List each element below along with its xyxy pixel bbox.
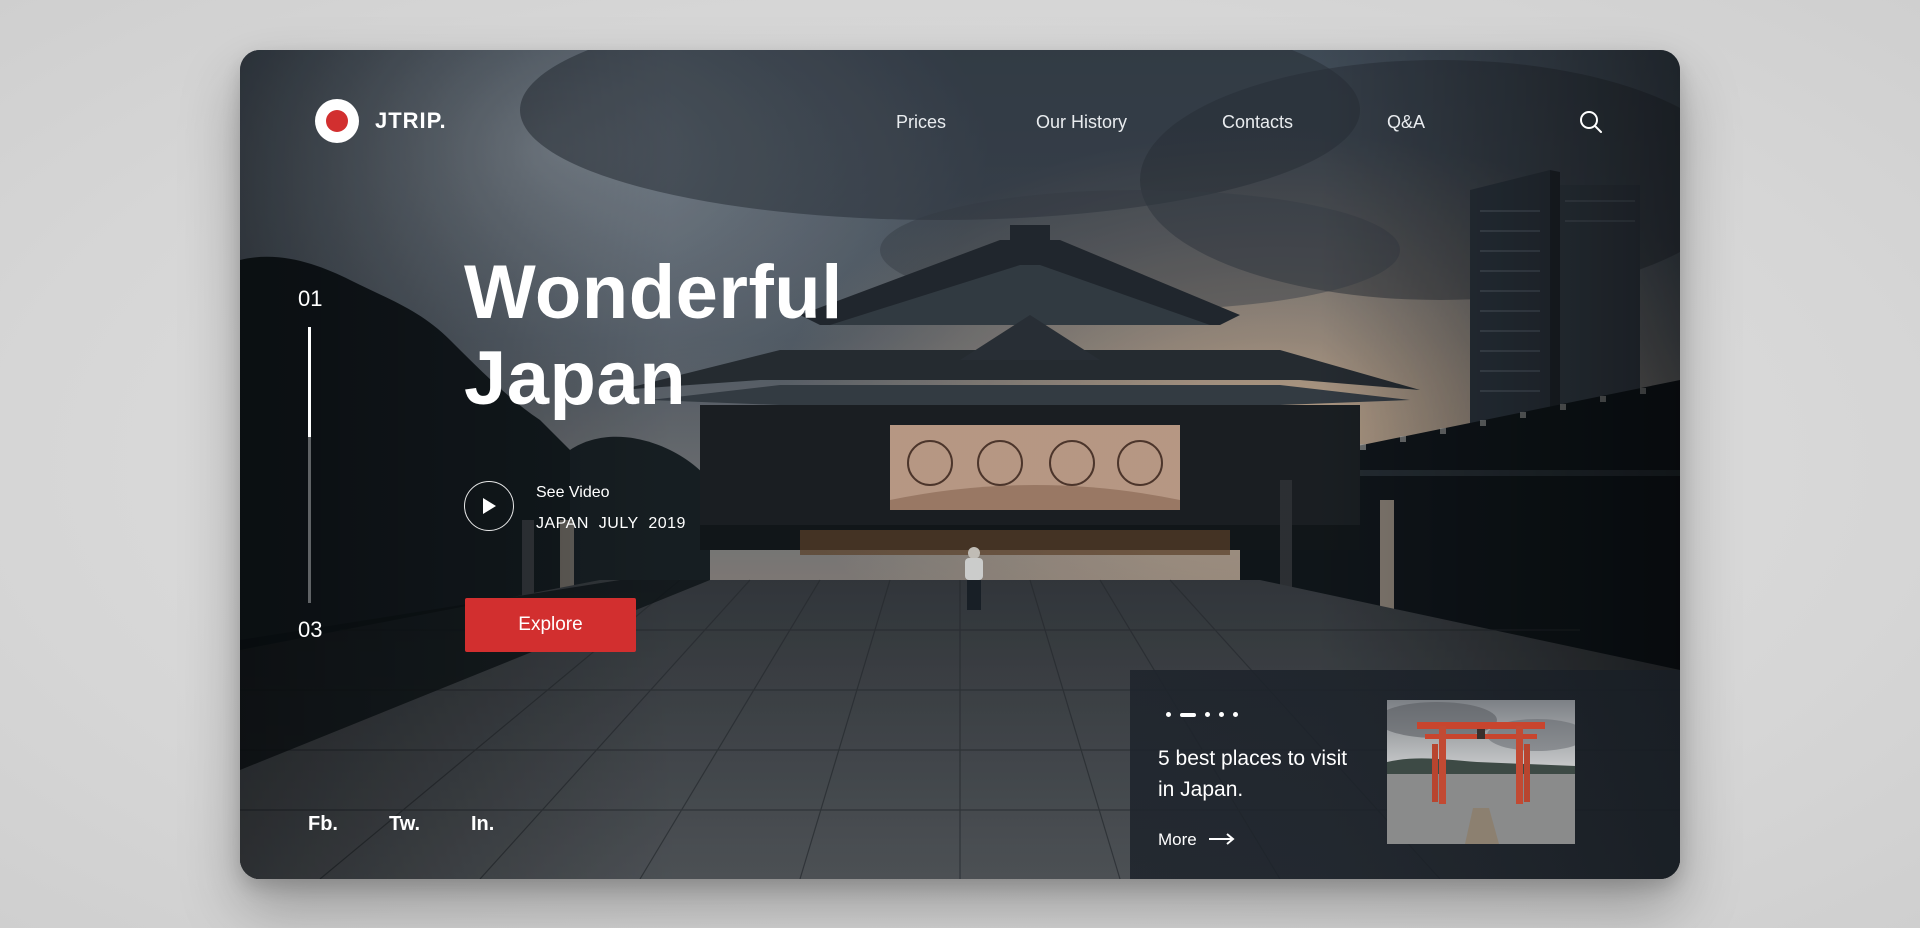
carousel-dot[interactable] [1219, 712, 1224, 717]
hero-title: Wonderful Japan [464, 250, 843, 422]
slide-total-index: 03 [298, 617, 323, 642]
main-nav: Prices Our History Contacts Q&A [240, 112, 1680, 136]
video-caption: JAPAN JULY 2019 [536, 515, 686, 532]
nav-item-our-history[interactable]: Our History [1036, 112, 1127, 133]
carousel-dot[interactable] [1205, 712, 1210, 717]
play-icon [483, 498, 496, 514]
nav-item-contacts[interactable]: Contacts [1222, 112, 1293, 133]
carousel-dot[interactable] [1180, 712, 1196, 717]
carousel-dot[interactable] [1233, 712, 1238, 717]
slide-progress-track [308, 327, 311, 603]
slide-progress-fill [308, 327, 311, 437]
search-icon[interactable] [1578, 109, 1604, 135]
hero-title-line-2: Japan [464, 336, 687, 421]
social-link-linkedin[interactable]: In. [471, 813, 494, 836]
social-link-facebook[interactable]: Fb. [308, 813, 338, 836]
slide-current-index: 01 [298, 286, 323, 311]
nav-item-qa[interactable]: Q&A [1387, 112, 1425, 133]
more-label: More [1158, 830, 1197, 849]
hero-title-line-1: Wonderful [464, 250, 843, 335]
explore-button[interactable]: Explore [465, 598, 636, 652]
featured-post-panel: 5 best places to visit in Japan. More [1130, 670, 1680, 879]
social-link-twitter[interactable]: Tw. [389, 813, 420, 836]
arrow-right-icon [1208, 830, 1235, 850]
play-video-button[interactable] [464, 481, 514, 531]
featured-post-title: 5 best places to visit in Japan. [1158, 747, 1348, 801]
see-video-link[interactable]: See Video [536, 484, 610, 502]
carousel-dots [1166, 712, 1238, 717]
more-link[interactable]: More [1158, 830, 1235, 850]
hero-card: JTRIP. Prices Our History Contacts Q&A 0… [240, 50, 1680, 879]
nav-item-prices[interactable]: Prices [896, 112, 946, 133]
carousel-dot[interactable] [1166, 712, 1171, 717]
torii-gate-thumbnail[interactable] [1377, 700, 1587, 844]
